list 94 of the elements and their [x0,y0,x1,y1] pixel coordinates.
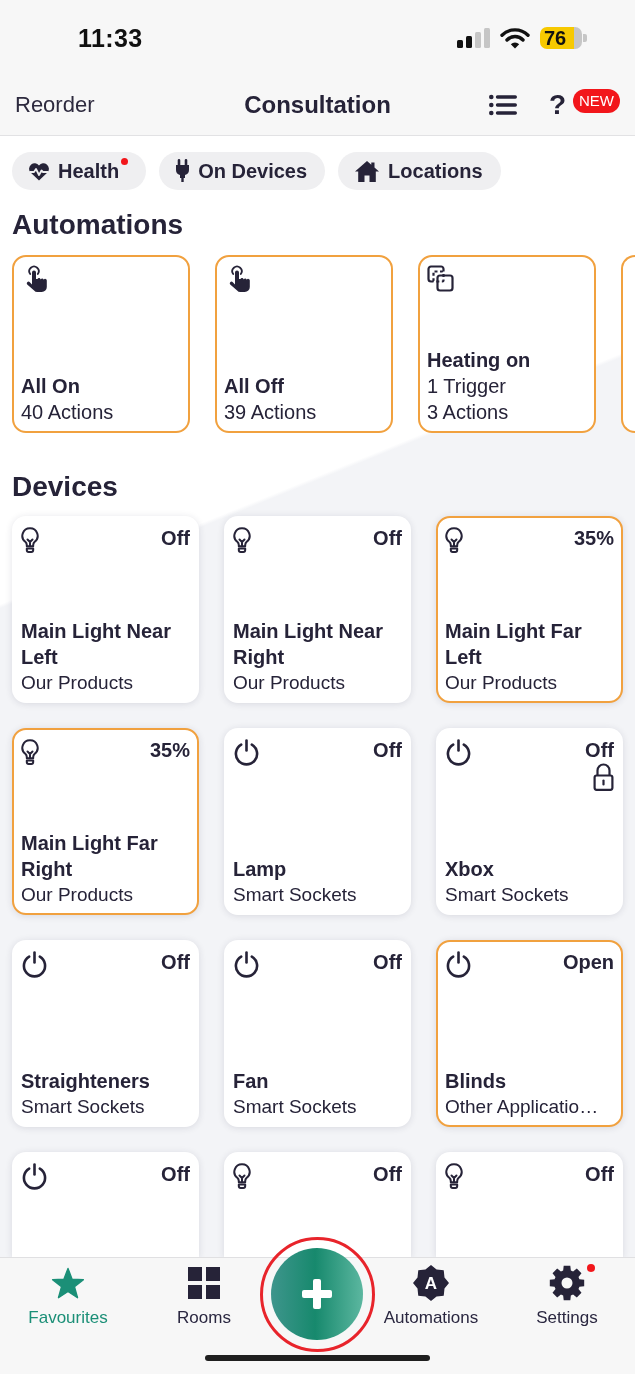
tab-item[interactable]: Favourites [0,1258,136,1328]
power-icon [21,951,48,978]
tab-item[interactable]: Settings [499,1258,635,1328]
device-status: Off [161,950,190,975]
device-card[interactable]: Open Blinds Other Applicatio… [436,940,623,1127]
automation-detail: 3 Actions [427,400,510,425]
device-card[interactable]: Off Straighteners Smart Sockets [12,940,199,1127]
tab-item[interactable]: Rooms [136,1258,272,1328]
help-button[interactable]: ? [548,89,566,121]
status-time: 11:33 [78,22,143,53]
device-group: Our Products [21,670,190,696]
filter-chip[interactable]: On Devices [159,152,326,190]
plus-icon [302,1279,332,1309]
device-group: Other Applicatio… [445,1094,614,1120]
device-status: Off [585,738,614,763]
heart-pulse-icon [28,161,50,181]
device-name: Straighteners [21,1069,151,1094]
device-name: Fan [233,1069,270,1094]
hand-pointer-icon [229,265,251,293]
device-group: Our Products [21,882,190,908]
bulb-icon [233,527,251,553]
settings-icon [549,1265,585,1301]
device-status: Open [562,950,614,975]
device-group: Smart Sockets [233,882,402,908]
device-name: Main Light Far Right [21,831,159,882]
device-card[interactable]: Off Main Light Near Right Our Products [224,516,411,703]
house-icon [354,159,381,183]
battery-indicator: 76 [540,26,587,49]
screen-title: Consultation [244,90,391,120]
bulb-icon [445,1163,463,1189]
automation-card[interactable]: All Off 39 Actions [215,255,393,433]
reorder-button[interactable]: Reorder [15,91,95,119]
device-card[interactable]: Off Fan Smart Sockets [224,940,411,1127]
badge-icon: A [413,1264,449,1302]
automation-detail: 39 Actions [224,400,318,425]
device-name: Blinds [445,1069,508,1094]
tab-item[interactable]: A Automations [363,1258,499,1328]
device-card[interactable]: Off Main Light Near Left Our Products [12,516,199,703]
star-icon [51,1267,85,1299]
device-group: Smart Sockets [233,1094,402,1120]
bulb-icon [233,1163,251,1189]
grid-icon [188,1267,220,1299]
add-button[interactable] [271,1248,363,1340]
automation-title: All Off [224,374,285,399]
device-name: Main Light Far Left [445,619,583,670]
power-icon [445,951,472,978]
device-card[interactable]: 35% Main Light Far Right Our Products [12,728,199,915]
device-card[interactable]: Off [12,1152,199,1257]
signal-icon [457,27,490,48]
device-status: Off [161,526,190,551]
device-card[interactable]: Off [224,1152,411,1257]
device-card[interactable]: Off Xbox Smart Sockets [436,728,623,915]
bulb-icon [21,739,39,765]
automation-title: All On [21,374,81,399]
list-icon[interactable] [488,94,517,116]
device-name: Main Light Near Right [233,619,384,670]
power-icon [233,951,260,978]
filter-chip[interactable]: Health [12,152,147,190]
filter-chip[interactable]: Locations [338,152,501,190]
device-status: Off [373,526,402,551]
device-status: Off [373,950,402,975]
new-badge: NEW [573,89,620,113]
plug-icon [175,159,191,183]
device-name: Main Light Near Left [21,619,172,670]
device-status: Off [373,738,402,763]
power-icon [233,739,260,766]
device-name: Lamp [233,857,288,882]
automation-detail: 40 Actions [21,400,115,425]
section-heading: Devices [12,470,118,504]
device-group: Smart Sockets [21,1094,190,1120]
device-card[interactable]: Off [436,1152,623,1257]
device-status: 35% [149,738,190,763]
automation-card[interactable]: Heating on 1 Trigger 3 Actions [418,255,596,433]
device-status: 35% [573,526,614,551]
hand-pointer-icon [26,265,48,293]
device-group: Smart Sockets [445,882,614,908]
section-heading: Automations [12,208,184,242]
power-icon [21,1163,48,1190]
device-status: Off [161,1162,190,1187]
automation-detail: 1 Trigger [427,374,507,399]
device-status: Off [373,1162,402,1187]
device-card[interactable]: 35% Main Light Far Left Our Products [436,516,623,703]
device-group: Our Products [233,670,402,696]
bulb-icon [21,527,39,553]
bulb-icon [445,527,463,553]
automation-title: Heating on [427,348,532,373]
automation-card[interactable]: All On 40 Actions [12,255,190,433]
device-name: Xbox [445,857,495,882]
device-card[interactable]: Off Lamp Smart Sockets [224,728,411,915]
wifi-icon [500,26,530,49]
power-icon [445,739,472,766]
device-group: Our Products [445,670,614,696]
device-status: Off [585,1162,614,1187]
overlapping-squares-icon [427,265,454,292]
